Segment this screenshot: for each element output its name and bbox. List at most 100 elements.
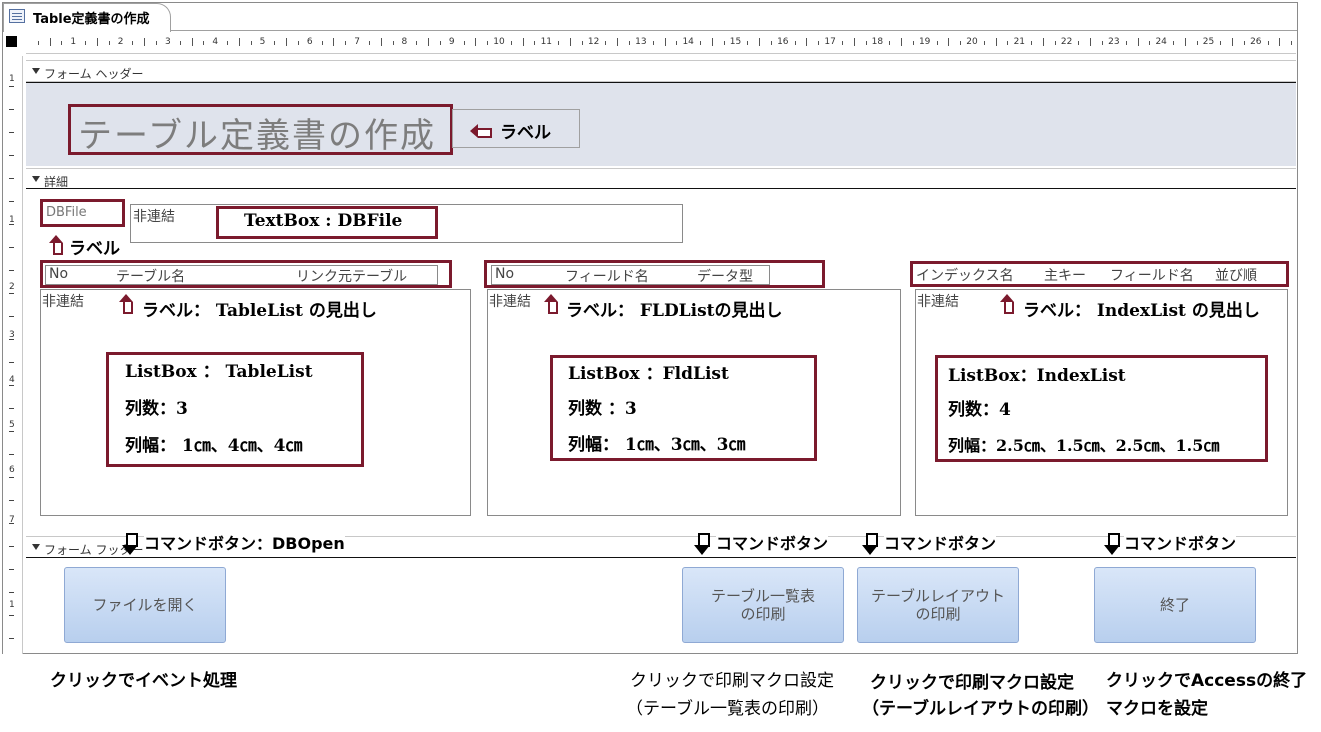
caption-exit-macro-1: クリックでAccessの終了 [1106,671,1308,691]
field-spec-line3: 列幅： 1㎝、3㎝、3㎝ [568,435,746,455]
ruler-tick [1267,41,1269,45]
ruler-tick [983,41,985,45]
vertical-ruler-tick [9,109,14,110]
ruler-tick [522,38,524,46]
cmd-note-dbopen: コマンドボタン：DBOpen [144,530,345,554]
vertical-ruler-tick [9,477,14,478]
vertical-ruler-tick [9,178,14,179]
section-collapse-icon [32,68,40,74]
ruler-tick [96,38,98,46]
ruler-tick [132,41,134,45]
table-spec-line3: 列幅： 1㎝、4㎝、4㎝ [125,436,303,456]
ruler-tick [1232,38,1234,46]
vertical-ruler-tick [9,385,14,386]
ruler-tick [475,38,477,46]
caption-print-list: （テーブル一覧表の印刷） [626,699,829,719]
ruler-tick [889,41,891,45]
vertical-ruler-tick [9,615,14,616]
title-label[interactable]: テーブル定義書の作成 [78,108,436,157]
dbfile-label[interactable]: DBFile [46,205,87,220]
vertical-ruler[interactable]: 112345671 [3,56,23,654]
annotation-table-heading-note: ラベル： TableList の見出し [142,301,377,321]
table-spec-line1: ListBox ： TableList [125,362,313,382]
vertical-ruler-number: 1 [9,600,15,610]
index-heading-col1[interactable]: インデックス名 [916,265,1014,285]
index-heading-col4: 並び順 [1215,268,1257,284]
ruler-tick [995,38,997,46]
print-table-list-button[interactable]: テーブル一覧表 の印刷 [682,567,844,643]
ruler-tick [286,38,288,46]
ruler-number: 14 [682,37,694,47]
ruler-number: 3 [165,37,171,47]
vertical-ruler-tick [9,500,14,501]
vertical-ruler-tick [9,362,14,363]
ruler-number: 15 [729,37,742,47]
arrow-down-icon [862,533,878,555]
vertical-ruler-tick [9,201,14,202]
vertical-ruler-number: 1 [9,74,15,84]
vertical-ruler-tick [9,454,14,455]
ruler-tick [652,41,654,45]
arrow-down-icon [694,533,710,555]
ruler-tick [274,41,276,45]
ruler-tick [794,41,796,45]
caption-event-handling: クリックでイベント処理 [50,671,237,691]
ruler-tick [936,41,938,45]
section-collapse-icon [32,176,40,182]
print-table-layout-button[interactable]: テーブルレイアウト の印刷 [857,567,1019,643]
document-tab-title: Table定義書の作成 [33,12,150,27]
ruler-tick [227,41,229,45]
ruler-tick [85,41,87,45]
ruler-tick [1125,41,1127,45]
ruler-tick [1078,41,1080,45]
exit-button[interactable]: 終了 [1094,567,1256,643]
arrow-down-icon [122,533,138,555]
table-listbox-unbound: 非連結 [42,294,84,310]
annotation-dbfile-textbox-note: TextBox : DBFile [244,211,403,231]
table-heading-col2: テーブル名 [116,269,186,285]
ruler-select-all-corner[interactable] [6,36,17,47]
ruler-number: 5 [259,37,266,47]
ruler-number: 24 [1155,37,1167,47]
ruler-tick [664,38,666,46]
ruler-tick [853,38,855,46]
ruler-number: 17 [824,37,836,47]
ruler-tick [558,41,560,45]
ruler-tick [747,41,749,45]
ruler-number: 10 [493,37,505,47]
ruler-tick [1279,38,1281,46]
section-bar-detail[interactable]: 詳細 [26,168,1296,190]
table-spec-line2: 列数：3 [125,399,188,419]
ruler-tick [1184,38,1186,46]
index-spec-line3: 列幅：2.5㎝、1.5㎝、2.5㎝、1.5㎝ [948,436,1220,455]
ruler-tick [1090,38,1092,46]
arrow-down-icon [1104,533,1120,555]
cmd-note-print-layout: コマンドボタン [884,530,997,554]
ruler-tick [37,41,39,45]
vertical-ruler-tick [9,431,14,432]
ruler-tick [1173,41,1175,45]
section-collapse-icon [32,544,40,550]
ruler-number: 18 [871,37,884,47]
horizontal-ruler[interactable]: 1 2 3 4 5 6 7 8 9 10 11 12 13 14 15 16 17 18 19 20 21 22 23 24 2… [26,32,1296,54]
ruler-number: 16 [777,37,789,47]
ruler-number: 9 [448,37,455,47]
vertical-ruler-tick [9,86,14,87]
ruler-tick [569,38,571,46]
ruler-number: 21 [1013,37,1026,47]
ruler-tick [191,38,193,46]
ruler-tick [179,41,181,45]
index-spec-line1: ListBox：IndexList [948,366,1126,386]
vertical-ruler-tick [9,155,14,156]
field-spec-line2: 列数 ：3 [568,399,637,419]
open-file-button[interactable]: ファイルを開く [64,567,226,643]
ruler-tick [238,38,240,46]
vertical-ruler-tick [9,408,14,409]
document-tab-bar [3,3,1297,31]
ruler-number: 20 [966,37,978,47]
vertical-ruler-tick [9,339,14,340]
caption-print-macro-2: クリックで印刷マクロ設定 [870,673,1074,693]
vertical-ruler-tick [9,270,14,271]
section-bar-form-header[interactable]: フォーム ヘッダー [26,60,1296,82]
vertical-ruler-tick [9,546,14,547]
